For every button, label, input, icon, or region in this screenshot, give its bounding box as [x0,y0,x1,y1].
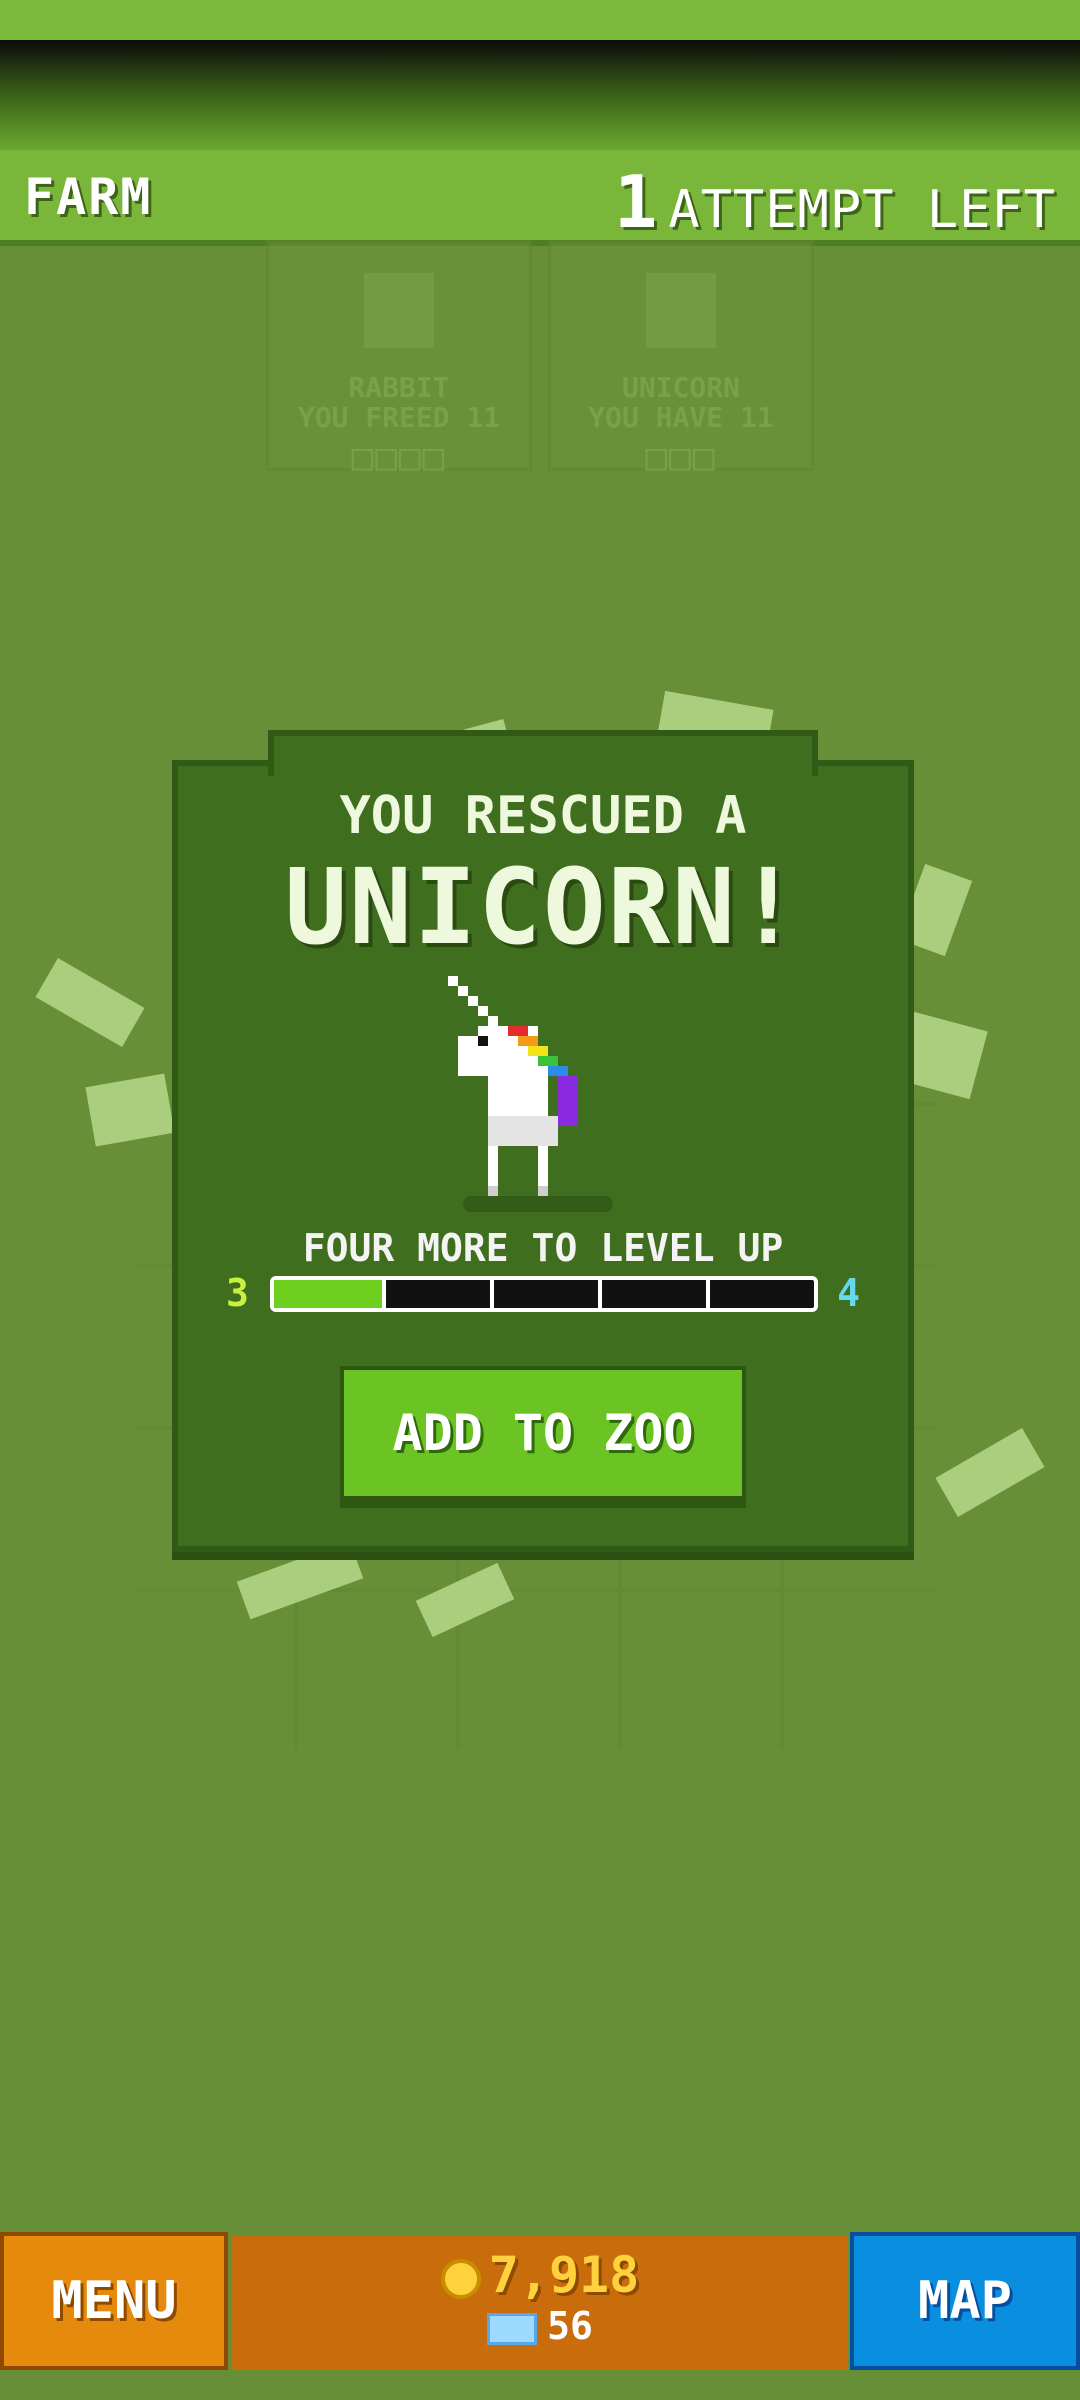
rescue-dialog: YOU RESCUED A UNICORN! FOUR MORE TO LEVE… [172,730,914,1552]
status-bar [0,0,1080,40]
attempts-left: 1 ATTEMPT LEFT [614,160,1056,244]
map-button[interactable]: MAP [850,2232,1080,2370]
dialog-title: UNICORN! [284,846,802,968]
attempts-count: 1 [613,160,659,244]
coin-value: 7,918 [488,2246,640,2304]
card-status: YOU HAVE 11 [588,401,774,434]
unicorn-icon [646,273,716,348]
level-to: 4 [837,1271,860,1315]
level-progress-fill [274,1280,382,1308]
header-bar: FARM 1 ATTEMPT LEFT [0,150,1080,246]
attempts-label: ATTEMPT LEFT [668,180,1056,240]
add-to-zoo-button[interactable]: ADD TO ZOO [340,1366,746,1500]
progress-divider [382,1280,386,1308]
card-boxes: □□□ [645,437,717,478]
confetti-piece [935,1428,1045,1517]
background-card-unicorn: UNICORN YOU HAVE 11 □□□ [548,240,814,478]
menu-button[interactable]: MENU [0,2232,228,2370]
card-name: RABBIT [348,371,450,404]
card-boxes: □□□□ [351,437,447,478]
confetti-piece [35,958,145,1047]
coin-icon [440,2258,481,2299]
rabbit-icon [364,273,434,348]
card-status: YOU FREED 11 [297,401,501,434]
gem-value: 56 [547,2304,593,2348]
progress-divider [598,1280,602,1308]
level-from: 3 [226,1271,249,1315]
unicorn-icon [448,976,578,1206]
progress-divider [490,1280,494,1308]
top-gradient [0,40,1080,150]
card-name: UNICORN [621,371,740,404]
level-progress-bar [270,1276,818,1312]
page-title: FARM [24,168,153,226]
dialog-subtitle: YOU RESCUED A [339,786,747,846]
progress-divider [706,1280,710,1308]
unicorn-shadow [463,1196,613,1212]
coin-counter: 7,918 [232,2246,848,2304]
currency-panel: 7,918 56 [232,2236,848,2370]
background-card-rabbit: RABBIT YOU FREED 11 □□□□ [266,240,532,478]
gem-icon [487,2312,538,2345]
gem-counter: 56 [232,2304,848,2348]
level-up-text: FOUR MORE TO LEVEL UP [302,1226,784,1270]
